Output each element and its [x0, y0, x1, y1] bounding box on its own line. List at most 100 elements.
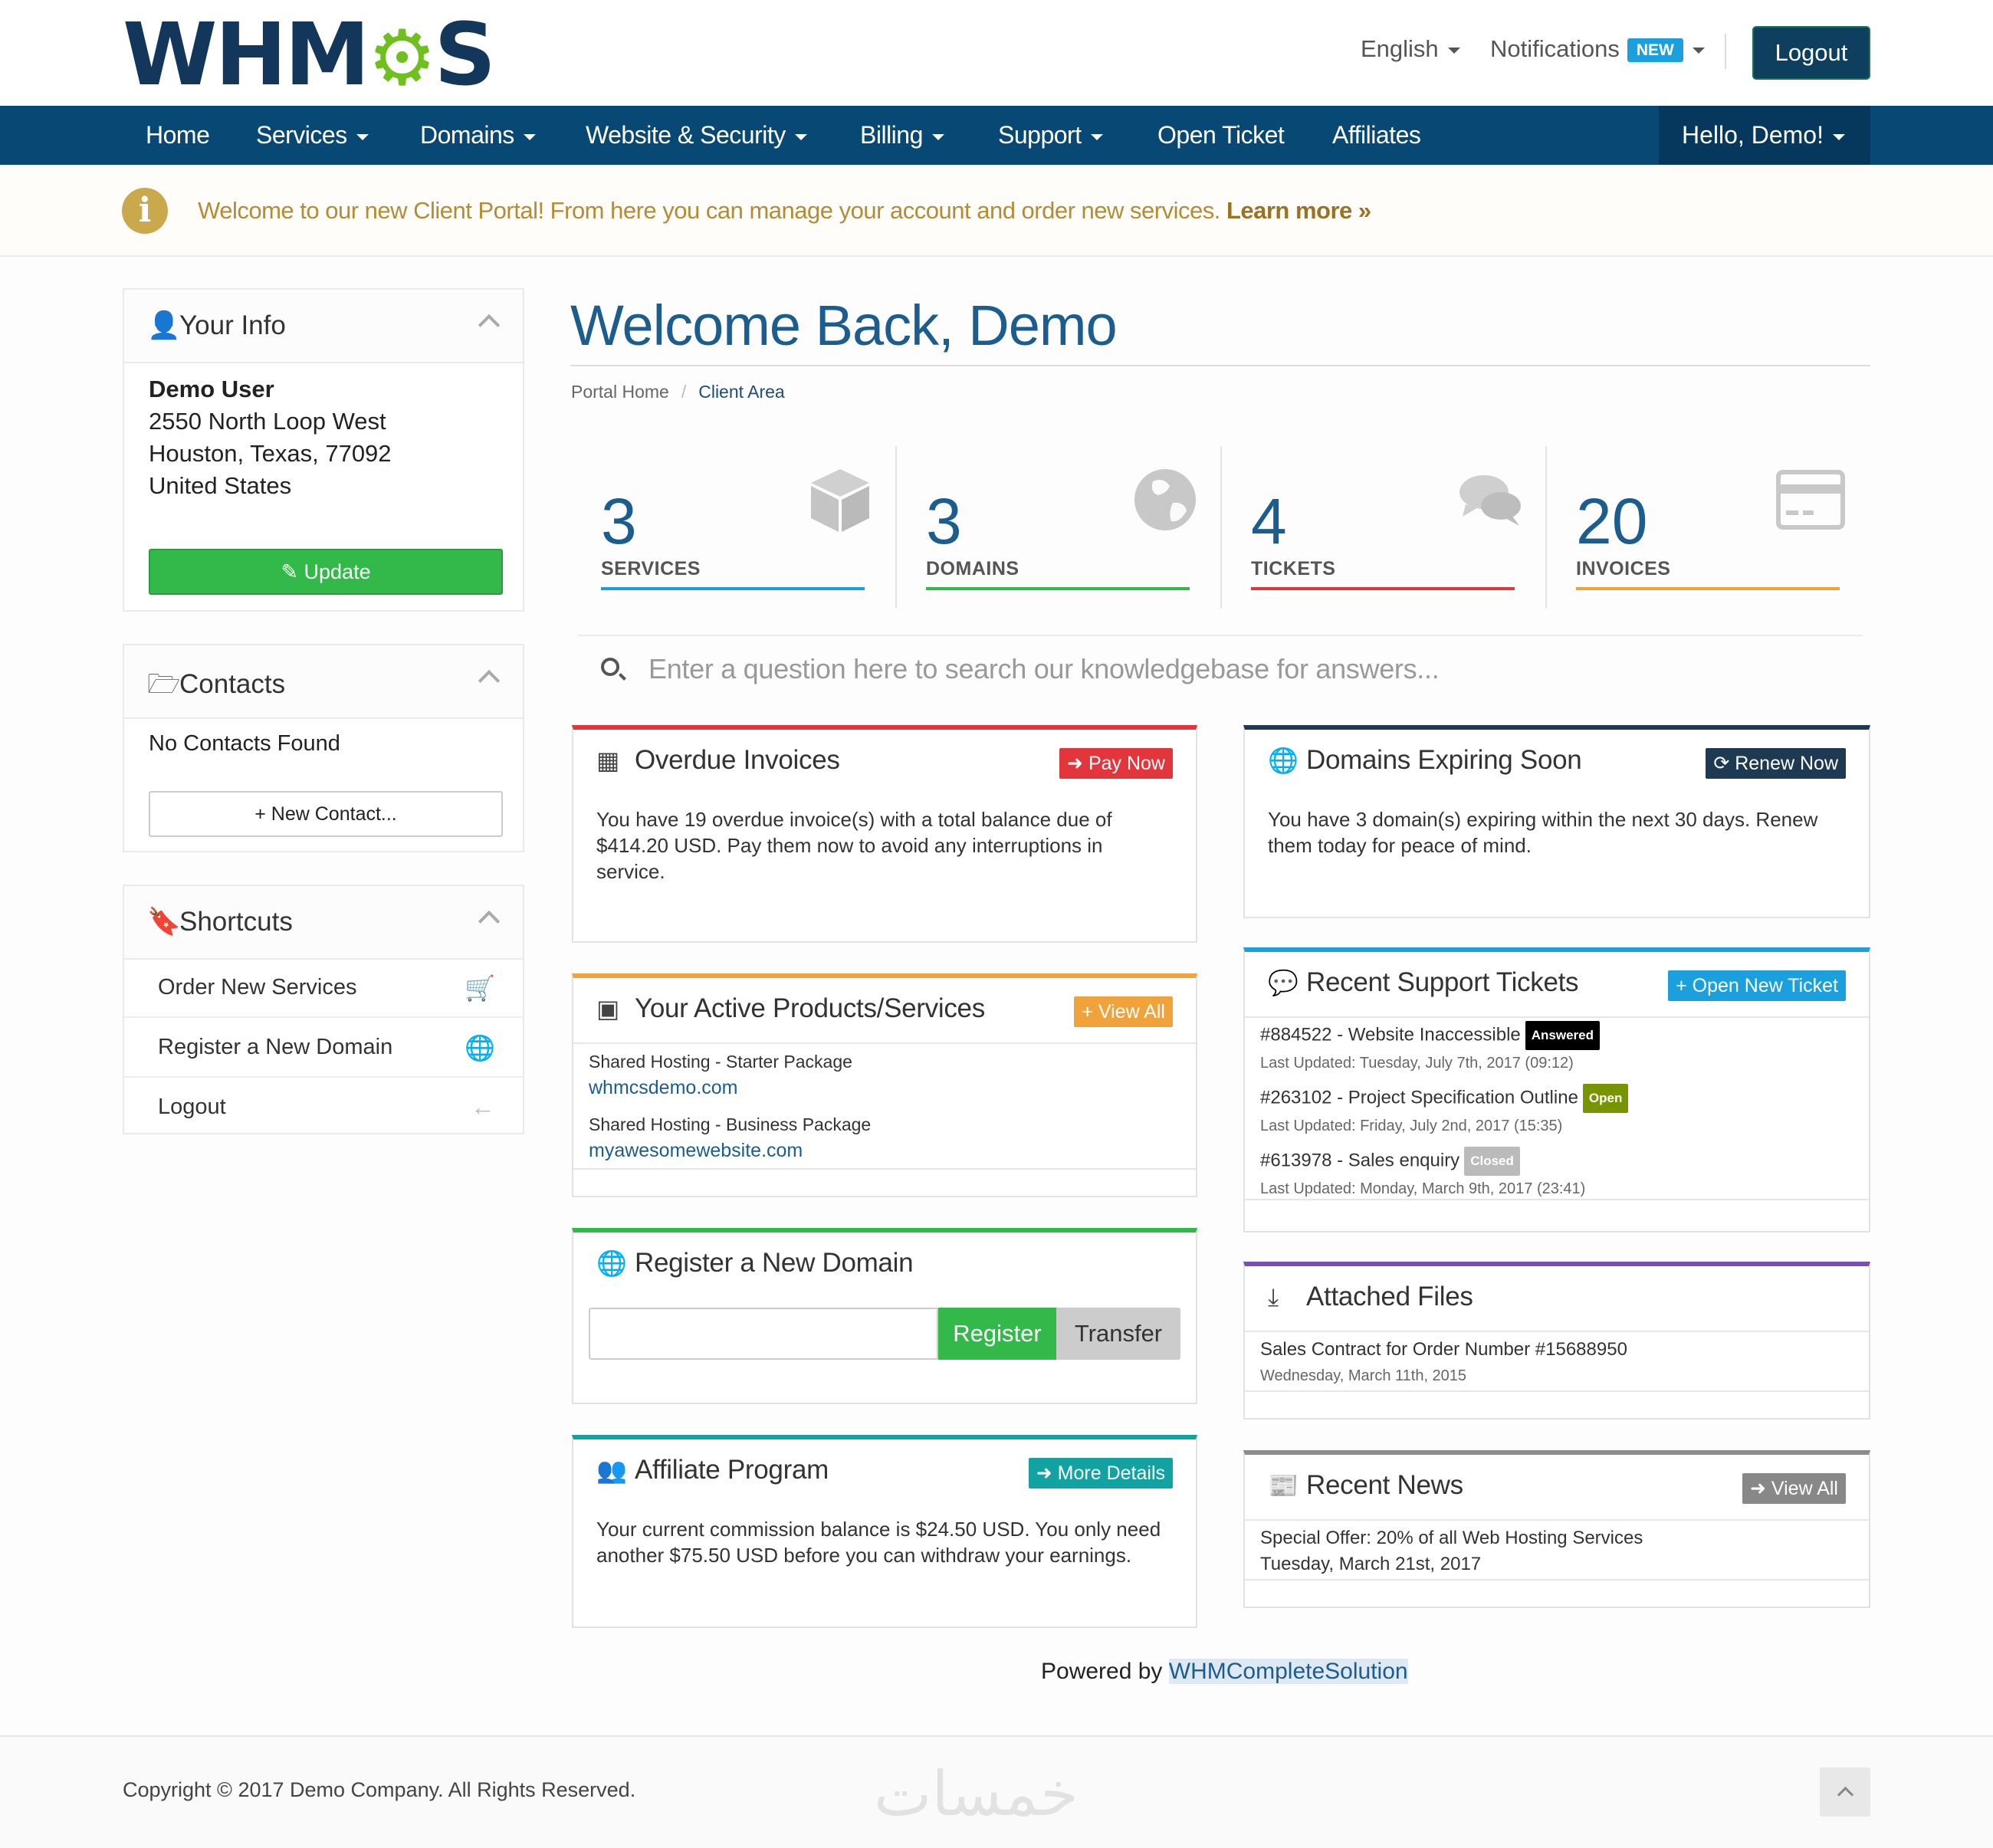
tile-services[interactable]: 3 SERVICES: [570, 446, 895, 609]
view-all-products-button[interactable]: + View All: [1074, 996, 1173, 1027]
cube-icon: [811, 469, 869, 532]
shortcuts-panel: 🔖Shortcuts Order New Services 🛒 Register…: [123, 885, 524, 1134]
ticket-item[interactable]: #263102 - Project Specification Outline O…: [1260, 1084, 1629, 1139]
shortcut-register-domain[interactable]: Register a New Domain 🌐: [124, 1018, 523, 1078]
product-item[interactable]: Shared Hosting - Starter Package whmcsde…: [589, 1049, 852, 1101]
open-new-ticket-button[interactable]: + Open New Ticket: [1668, 970, 1846, 1001]
search-placeholder: Enter a question here to search our know…: [648, 653, 1440, 684]
domain-search-input[interactable]: [589, 1308, 938, 1360]
logout-button[interactable]: Logout: [1752, 26, 1870, 80]
tile-invoices[interactable]: 20 INVOICES: [1545, 446, 1870, 609]
tile-accent-bar: [1576, 587, 1840, 590]
ticket-item[interactable]: #884522 - Website Inaccessible Answered L…: [1260, 1021, 1601, 1076]
breadcrumb: Portal Home / Client Area: [571, 382, 785, 402]
calculator-icon: ▦: [596, 747, 619, 774]
users-icon: 👥: [596, 1456, 627, 1484]
breadcrumb-portal-home[interactable]: Portal Home: [571, 382, 669, 402]
arrow-left-icon: ←: [471, 1093, 495, 1121]
download-icon: ⤓: [1268, 1283, 1279, 1311]
whmcs-logo[interactable]: WHM⚙S: [123, 12, 496, 103]
nav-open-ticket[interactable]: Open Ticket: [1157, 106, 1285, 165]
arrow-right-icon: ➜: [1750, 1478, 1771, 1499]
overdue-invoices-panel: ▦ Overdue Invoices ➜ Pay Now You have 19 …: [572, 725, 1197, 943]
no-contacts-text: No Contacts Found: [149, 731, 340, 756]
product-domain-link[interactable]: whmcsdemo.com: [589, 1075, 852, 1101]
tile-accent-bar: [926, 587, 1190, 590]
title-divider: [570, 365, 1870, 366]
tile-label: SERVICES: [601, 558, 701, 579]
pencil-icon: ✎: [281, 560, 304, 583]
pay-now-button[interactable]: ➜ Pay Now: [1059, 748, 1173, 779]
status-badge: Open: [1582, 1084, 1629, 1113]
globe-icon: 🌐: [1268, 747, 1299, 774]
product-item[interactable]: Shared Hosting - Business Package myawes…: [589, 1111, 871, 1164]
your-info-header[interactable]: 👤Your Info: [124, 290, 523, 363]
ticket-item[interactable]: #613978 - Sales enquiry Closed Last Updat…: [1260, 1147, 1585, 1202]
knowledgebase-search[interactable]: Enter a question here to search our know…: [578, 635, 1863, 704]
affiliate-text: Your current commission balance is $24.5…: [596, 1518, 1161, 1567]
user-menu[interactable]: Hello, Demo!: [1659, 106, 1870, 165]
shortcut-logout[interactable]: Logout ←: [124, 1078, 523, 1137]
chevron-up-icon[interactable]: [478, 669, 501, 692]
news-item[interactable]: Special Offer: 20% of all Web Hosting Se…: [1260, 1525, 1643, 1577]
renew-now-button[interactable]: ⟳ Renew Now: [1706, 748, 1846, 779]
language-dropdown[interactable]: English: [1361, 35, 1460, 63]
transfer-button[interactable]: Transfer: [1056, 1308, 1180, 1360]
your-info-panel: 👤Your Info Demo User 2550 North Loop Wes…: [123, 288, 524, 612]
learn-more-link[interactable]: Learn more »: [1226, 197, 1371, 224]
caret-down-icon: [1832, 133, 1845, 140]
tile-count: 3: [601, 485, 637, 557]
nav-website-security[interactable]: Website & Security: [586, 106, 807, 165]
panel-divider: [1245, 1331, 1869, 1332]
more-details-button[interactable]: ➜ More Details: [1028, 1458, 1173, 1489]
update-button[interactable]: ✎ Update: [149, 549, 503, 595]
panel-divider: [1245, 1579, 1869, 1580]
new-contact-button[interactable]: + New Contact...: [149, 791, 503, 837]
shortcut-order-new-services[interactable]: Order New Services 🛒: [124, 958, 523, 1018]
tile-domains[interactable]: 3 DOMAINS: [895, 446, 1220, 609]
register-button[interactable]: Register: [938, 1308, 1056, 1360]
caret-down-icon: [931, 133, 944, 140]
register-domain-panel: 🌐 Register a New Domain Register Transfer: [572, 1228, 1197, 1404]
nav-services[interactable]: Services: [256, 106, 369, 165]
whmcs-link[interactable]: WHMCompleteSolution: [1168, 1659, 1408, 1684]
search-icon: [601, 658, 619, 676]
status-badge: Answered: [1525, 1021, 1601, 1050]
product-domain-link[interactable]: myawesomewebsite.com: [589, 1137, 871, 1164]
nav-affiliates[interactable]: Affiliates: [1332, 106, 1421, 165]
tile-tickets[interactable]: 4 TICKETS: [1220, 446, 1545, 609]
tile-accent-bar: [1251, 587, 1515, 590]
plus-icon: +: [254, 803, 271, 825]
panel-divider: [573, 1042, 1196, 1044]
back-to-top-button[interactable]: [1820, 1768, 1870, 1817]
nav-home[interactable]: Home: [146, 106, 210, 165]
chevron-up-icon[interactable]: [478, 313, 501, 336]
address-line1: 2550 North Loop West: [149, 408, 386, 435]
page-title: Welcome Back, Demo: [570, 294, 1118, 357]
chevron-up-icon[interactable]: [478, 910, 501, 933]
address-line2: Houston, Texas, 77092: [149, 440, 392, 467]
gear-icon: ⚙: [367, 13, 437, 103]
view-all-news-button[interactable]: ➜ View All: [1742, 1473, 1846, 1504]
file-item[interactable]: Sales Contract for Order Number #1568895…: [1260, 1337, 1627, 1389]
bookmark-icon: 🔖: [147, 907, 181, 937]
globe-icon: 🌐: [596, 1249, 627, 1277]
recent-news-panel: 📰 Recent News ➜ View All Special Offer: 2…: [1243, 1450, 1870, 1608]
panel-divider: [1245, 1016, 1869, 1018]
cube-icon: ▣: [596, 995, 619, 1022]
arrow-right-icon: ➜: [1036, 1462, 1058, 1484]
nav-support[interactable]: Support: [998, 106, 1103, 165]
nav-domains[interactable]: Domains: [420, 106, 536, 165]
globe-icon: 🌐: [465, 1034, 495, 1062]
powered-by: Powered by WHMCompleteSolution: [1041, 1659, 1408, 1684]
contacts-header[interactable]: 🗁Contacts: [124, 645, 523, 719]
shortcuts-header[interactable]: 🔖Shortcuts: [124, 886, 523, 960]
tile-label: INVOICES: [1576, 558, 1671, 579]
overdue-text: You have 19 overdue invoice(s) with a to…: [596, 808, 1112, 883]
notifications-dropdown[interactable]: Notifications NEW: [1490, 35, 1705, 63]
credit-card-icon: [1776, 470, 1845, 530]
cart-icon: 🛒: [465, 974, 495, 1002]
domains-expiring-panel: 🌐 Domains Expiring Soon ⟳ Renew Now You h…: [1243, 725, 1870, 918]
panel-divider: [573, 1168, 1196, 1170]
nav-billing[interactable]: Billing: [860, 106, 944, 165]
